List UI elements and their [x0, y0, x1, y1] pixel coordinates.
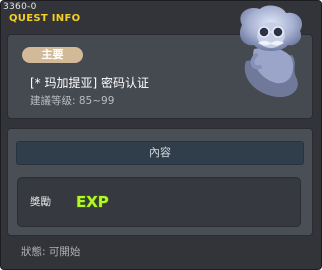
- exp-icon-text: EXP: [76, 193, 109, 211]
- quest-type-badge: 主要: [22, 47, 83, 63]
- recommended-level: 建議等级: 85~99: [30, 95, 115, 107]
- content-panel: 內容 獎勵 EXP: [7, 128, 313, 236]
- reward-label: 獎勵: [30, 196, 51, 208]
- exp-icon: EXP: [75, 192, 109, 211]
- npc-portrait-icon: [239, 5, 303, 98]
- reward-box: 獎勵 EXP: [17, 177, 301, 227]
- window-title: QUEST INFO: [9, 13, 81, 24]
- quest-info-window: 3360-0 QUEST INFO 主要 [* 玛加提亚] 密码认证 建議等级:…: [0, 0, 322, 270]
- content-header: 內容: [16, 141, 304, 165]
- quest-id: 3360-0: [3, 2, 37, 12]
- quest-name: [* 玛加提亚] 密码认证: [30, 76, 149, 90]
- quest-status: 狀態: 可開始: [21, 246, 81, 258]
